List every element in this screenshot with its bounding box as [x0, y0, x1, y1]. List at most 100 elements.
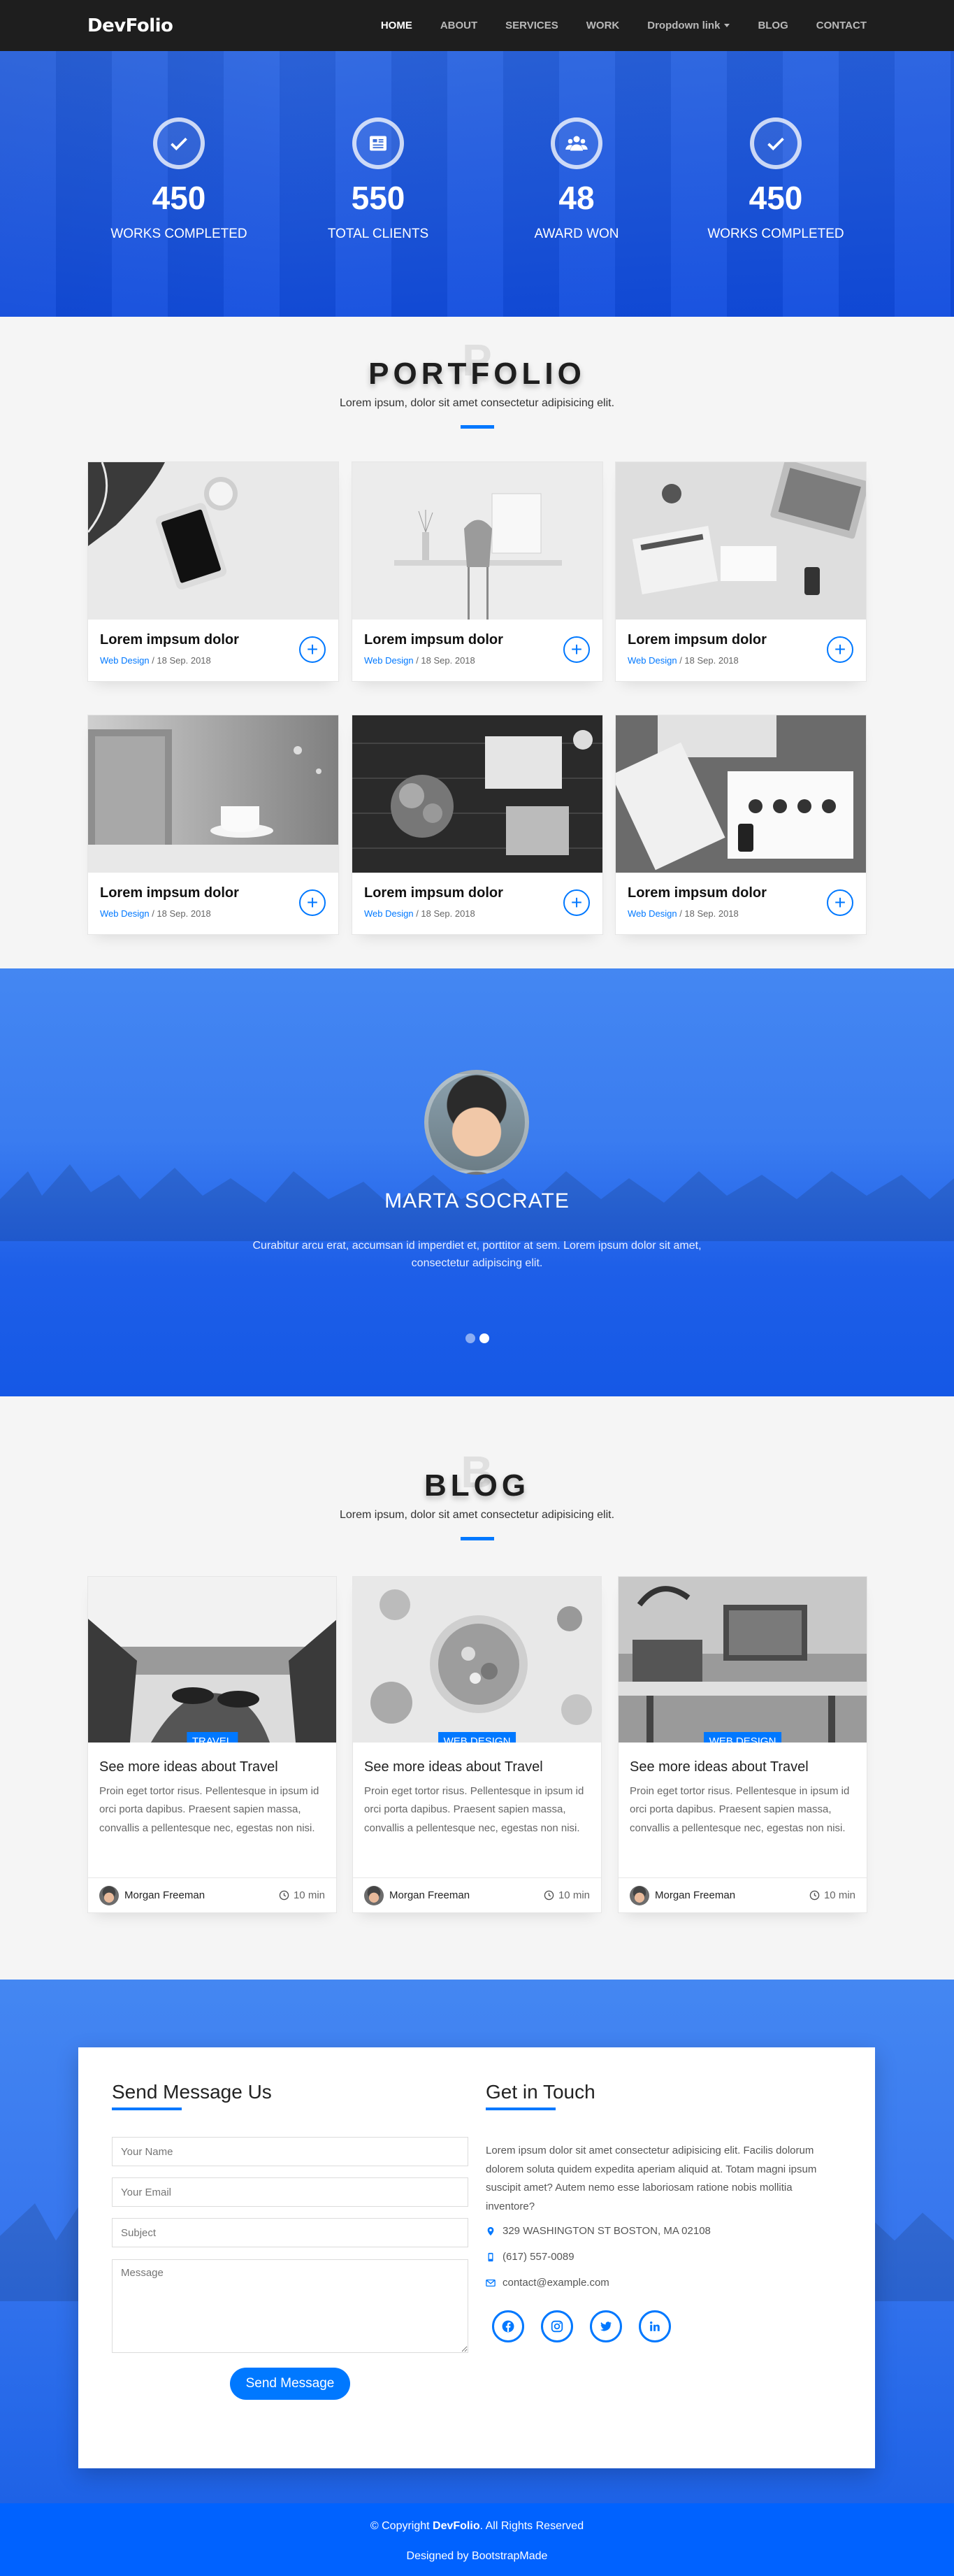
email-field[interactable] [112, 2177, 468, 2207]
work-info: Lorem impsum dolor Web Design / 18 Sep. … [88, 873, 338, 934]
blog-read-time: 10 min [279, 1889, 325, 1901]
blog-footer: Morgan Freeman 10 min [88, 1877, 336, 1912]
subject-field[interactable] [112, 2218, 468, 2247]
blog-title[interactable]: See more ideas about Travel [630, 1759, 855, 1775]
work-category[interactable]: Web Design [628, 908, 677, 919]
blog-body: See more ideas about Travel Proin eget t… [353, 1743, 601, 1838]
work-title[interactable]: Lorem impsum dolor [628, 632, 854, 648]
work-meta: Web Design / 18 Sep. 2018 [100, 908, 326, 919]
plus-icon[interactable]: + [299, 636, 326, 663]
nav-about[interactable]: ABOUT [426, 20, 491, 31]
work-date: / 18 Sep. 2018 [677, 655, 739, 666]
envelope-icon [486, 2279, 496, 2287]
work-card[interactable]: Lorem impsum dolor Web Design / 18 Sep. … [615, 715, 867, 935]
work-info: Lorem impsum dolor Web Design / 18 Sep. … [616, 873, 866, 934]
twitter-icon[interactable] [590, 2310, 622, 2342]
work-image[interactable] [616, 715, 866, 873]
work-title[interactable]: Lorem impsum dolor [628, 885, 854, 901]
instagram-icon[interactable] [541, 2310, 573, 2342]
nav-home[interactable]: HOME [367, 20, 426, 31]
work-info: Lorem impsum dolor Web Design / 18 Sep. … [352, 873, 602, 934]
work-title[interactable]: Lorem impsum dolor [100, 885, 326, 901]
work-meta: Web Design / 18 Sep. 2018 [364, 655, 591, 666]
work-image[interactable] [616, 462, 866, 620]
blog-read-time: 10 min [809, 1889, 855, 1901]
carousel-dot[interactable] [465, 1333, 475, 1343]
name-field[interactable] [112, 2137, 468, 2166]
author-name: Morgan Freeman [124, 1889, 205, 1901]
plus-icon[interactable]: + [299, 889, 326, 916]
work-title[interactable]: Lorem impsum dolor [364, 632, 591, 648]
testimonial-text: Curabitur arcu erat, accumsan id imperdi… [252, 1240, 702, 1269]
counter-value: 450 [152, 180, 206, 216]
counter-value: 450 [749, 180, 803, 216]
nav-blog[interactable]: BLOG [744, 20, 802, 31]
work-image[interactable] [352, 462, 602, 620]
work-card[interactable]: Lorem impsum dolor Web Design / 18 Sep. … [87, 715, 339, 935]
work-category[interactable]: Web Design [100, 655, 150, 666]
plus-icon[interactable]: + [827, 636, 853, 663]
blog-category-badge[interactable]: TRAVEL [186, 1732, 238, 1743]
work-card[interactable]: Lorem impsum dolor Web Design / 18 Sep. … [352, 461, 603, 682]
work-category[interactable]: Web Design [628, 655, 677, 666]
counter-value: 550 [351, 180, 405, 216]
nav-contact[interactable]: CONTACT [802, 20, 867, 31]
carousel-dot-active[interactable] [479, 1333, 489, 1343]
newspaper-icon [352, 117, 404, 169]
work-image[interactable] [88, 715, 338, 873]
section-subtitle: Lorem ipsum, dolor sit amet consectetur … [339, 397, 615, 409]
nav-dropdown[interactable]: Dropdown link [633, 20, 744, 31]
plus-icon[interactable]: + [827, 889, 853, 916]
blog-excerpt: Proin eget tortor risus. Pellentesque in… [630, 1785, 850, 1834]
blog-title[interactable]: See more ideas about Travel [99, 1759, 325, 1775]
work-image[interactable] [88, 462, 338, 620]
plus-icon[interactable]: + [563, 636, 590, 663]
contact-card: Send Message Us Send Message Get in Touc… [78, 2047, 875, 2468]
blog-card[interactable]: TRAVEL See more ideas about Travel Proin… [87, 1576, 337, 1913]
send-message-button[interactable]: Send Message [230, 2368, 350, 2400]
designer-credit[interactable]: Designed by BootstrapMade [0, 2550, 954, 2563]
work-card[interactable]: Lorem impsum dolor Web Design / 18 Sep. … [352, 715, 603, 935]
work-image[interactable] [352, 715, 602, 873]
nav-work[interactable]: WORK [572, 20, 634, 31]
work-card[interactable]: Lorem impsum dolor Web Design / 18 Sep. … [87, 461, 339, 682]
testimonial-name: MARTA SOCRATE [384, 1189, 570, 1212]
message-field[interactable] [112, 2259, 468, 2353]
facebook-icon[interactable] [492, 2310, 524, 2342]
phone-text[interactable]: (617) 557-0089 [503, 2251, 574, 2263]
work-category[interactable]: Web Design [100, 908, 150, 919]
blog-author: Morgan Freeman [364, 1885, 470, 1905]
work-category[interactable]: Web Design [364, 908, 414, 919]
brand-logo[interactable]: DevFolio [87, 15, 173, 36]
form-title: Send Message Us [112, 2081, 272, 2110]
blog-card[interactable]: WEB DESIGN See more ideas about Travel P… [618, 1576, 867, 1913]
work-category[interactable]: Web Design [364, 655, 414, 666]
email-text[interactable]: contact@example.com [503, 2277, 609, 2289]
author-avatar [630, 1885, 649, 1905]
blog-image[interactable]: TRAVEL [88, 1577, 336, 1743]
counter-awards: 48 AWARD WON [486, 117, 667, 242]
blog-title[interactable]: See more ideas about Travel [364, 1759, 590, 1775]
linkedin-icon[interactable] [639, 2310, 671, 2342]
navbar: DevFolio HOME ABOUT SERVICES WORK Dropdo… [0, 0, 954, 51]
blog-author: Morgan Freeman [630, 1885, 735, 1905]
plus-icon[interactable]: + [563, 889, 590, 916]
counter-label: TOTAL CLIENTS [327, 227, 429, 241]
blog-category-badge[interactable]: WEB DESIGN [438, 1732, 516, 1743]
blog-card[interactable]: WEB DESIGN See more ideas about Travel P… [352, 1576, 602, 1913]
work-date: / 18 Sep. 2018 [413, 655, 475, 666]
touch-title: Get in Touch [486, 2081, 595, 2110]
author-avatar [364, 1885, 384, 1905]
work-title[interactable]: Lorem impsum dolor [100, 632, 326, 648]
read-time-value: 10 min [823, 1889, 855, 1901]
work-card[interactable]: Lorem impsum dolor Web Design / 18 Sep. … [615, 461, 867, 682]
copyright-suffix: . All Rights Reserved [479, 2520, 584, 2532]
blog-image[interactable]: WEB DESIGN [353, 1577, 601, 1743]
contact-phone: (617) 557-0089 [486, 2251, 574, 2263]
blog-image[interactable]: WEB DESIGN [619, 1577, 867, 1743]
blog-category-badge[interactable]: WEB DESIGN [703, 1732, 782, 1743]
work-meta: Web Design / 18 Sep. 2018 [364, 908, 591, 919]
work-title[interactable]: Lorem impsum dolor [364, 885, 591, 901]
nav-services[interactable]: SERVICES [491, 20, 572, 31]
blog-excerpt: Proin eget tortor risus. Pellentesque in… [99, 1785, 319, 1834]
